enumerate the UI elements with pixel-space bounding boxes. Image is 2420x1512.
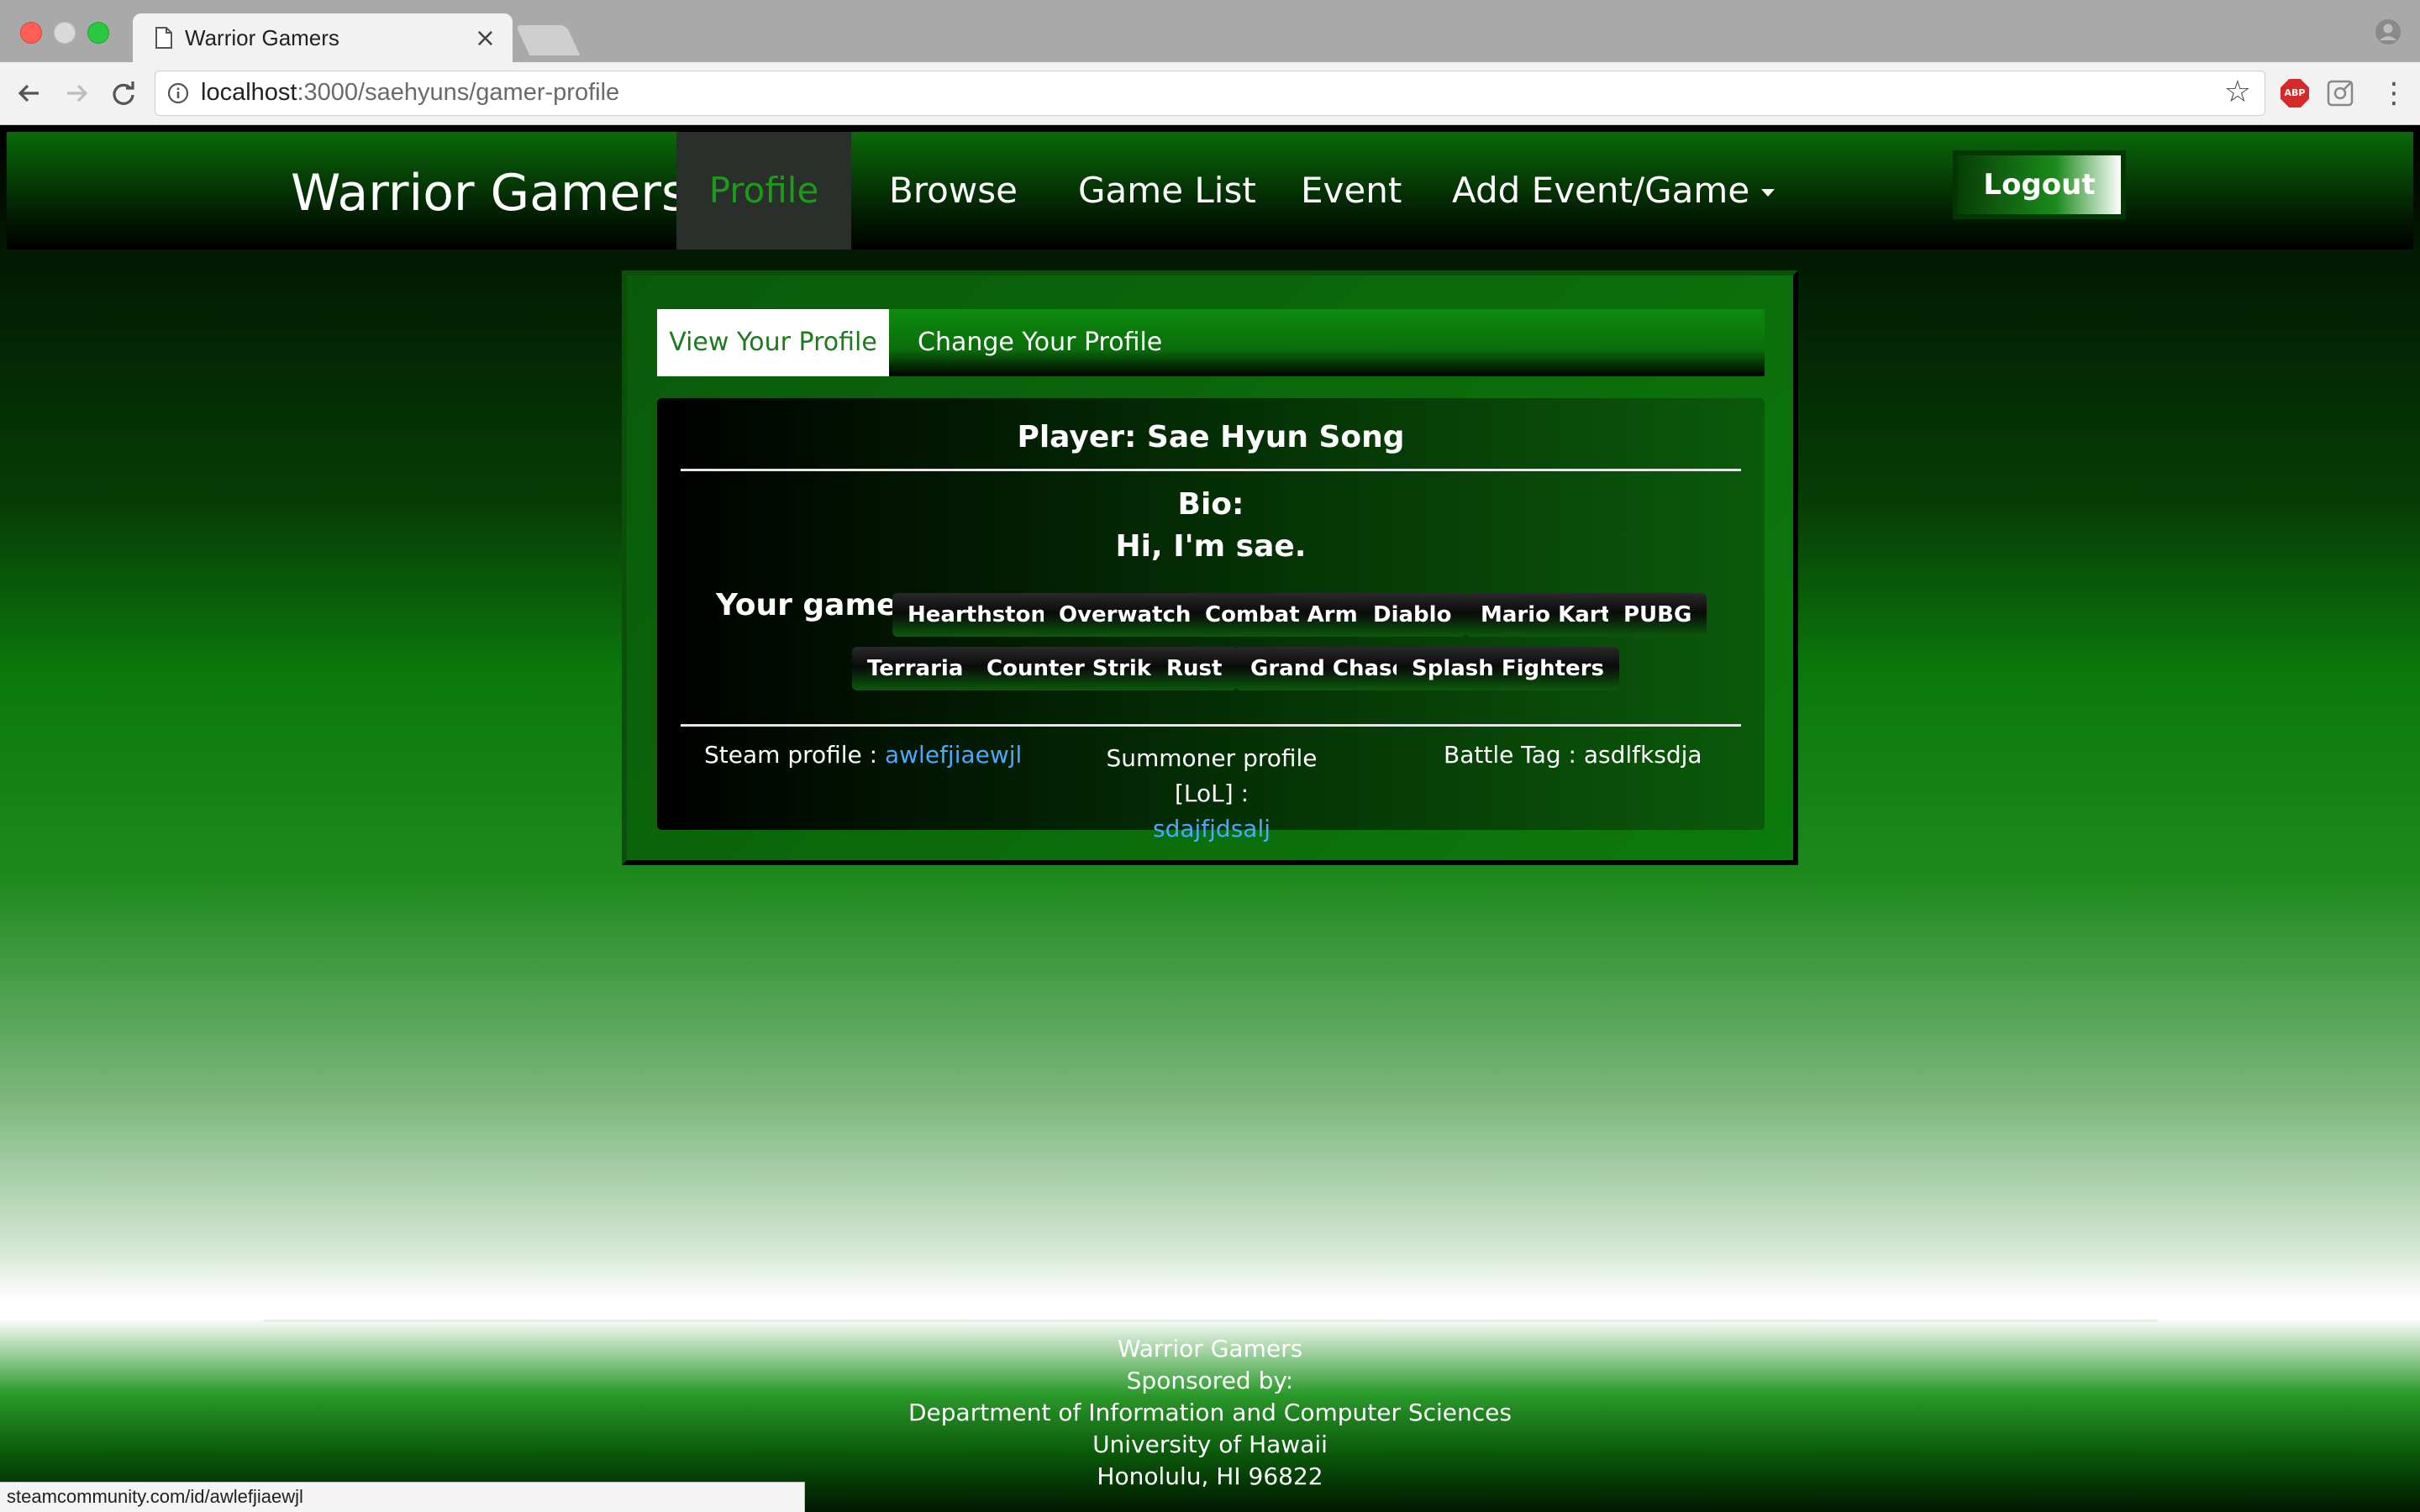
new-tab-button[interactable] — [515, 25, 581, 55]
nav-label: Game List — [1078, 170, 1256, 211]
page-viewport: Warrior Gamers Profile Browse Game List … — [0, 125, 2420, 1512]
window-zoom-button[interactable] — [87, 22, 109, 44]
browser-tab-bar: Warrior Gamers × — [0, 0, 2420, 62]
window-close-button[interactable] — [20, 22, 42, 44]
game-chip[interactable]: Counter Strike — [971, 647, 1181, 690]
summoner-profile-link[interactable]: sdajfjdsalj — [1077, 811, 1346, 847]
divider — [681, 724, 1741, 727]
game-chip[interactable]: PUBG — [1608, 593, 1707, 637]
nav-label: Event — [1301, 170, 1402, 211]
nav-item-game-list[interactable]: Game List — [1078, 132, 1256, 249]
nav-item-add-event-game[interactable]: Add Event/Game — [1452, 132, 1776, 249]
tab-change-profile[interactable]: Change Your Profile — [918, 309, 1162, 376]
steam-profile: Steam profile : awlefjiaewjl — [704, 741, 1022, 769]
status-bar-url: steamcommunity.com/id/awlefjiaewjl — [0, 1482, 805, 1512]
nav-item-profile[interactable]: Profile — [676, 132, 851, 249]
summoner-profile: Summoner profile [LoL] : sdajfjdsalj — [1077, 741, 1346, 847]
nav-label: Browse — [889, 170, 1018, 211]
summoner-label: Summoner profile [LoL] : — [1106, 744, 1318, 807]
player-title: Player: Sae Hyun Song — [1017, 420, 1405, 454]
nav-label: Add Event/Game — [1452, 170, 1750, 211]
footer-line: University of Hawaii — [1092, 1431, 1328, 1458]
page-icon — [155, 27, 172, 49]
dropdown-caret-icon — [1761, 189, 1776, 197]
browser-tab[interactable]: Warrior Gamers × — [133, 13, 513, 62]
url-text[interactable]: localhost:3000/saehyuns/gamer-profile — [201, 79, 619, 107]
footer-line: Warrior Gamers — [1117, 1335, 1303, 1362]
browser-menu-icon[interactable]: ⋮ — [2380, 77, 2408, 109]
extension-icon[interactable] — [2326, 79, 2354, 108]
game-chip[interactable]: Diablo — [1358, 593, 1467, 637]
profile-panel: Player: Sae Hyun Song Bio: Hi, I'm sae. … — [657, 398, 1765, 843]
address-bar[interactable]: localhost:3000/saehyuns/gamer-profile ☆ — [155, 71, 2265, 116]
game-chip[interactable]: Grand Chase — [1235, 647, 1423, 690]
battletag-value: asdlfksdja — [1583, 741, 1702, 769]
reload-icon[interactable] — [108, 77, 139, 109]
steam-profile-link[interactable]: awlefjiaewjl — [885, 741, 1022, 769]
game-chip[interactable]: Splash Fighters — [1397, 647, 1619, 690]
game-chip[interactable]: Mario Kart — [1465, 593, 1627, 637]
profile-tabs: View Your Profile Change Your Profile — [657, 309, 1765, 376]
battletag-label: Battle Tag : — [1444, 741, 1576, 769]
back-arrow-icon[interactable] — [13, 77, 45, 109]
footer-divider — [264, 1320, 2158, 1322]
battle-tag: Battle Tag : asdlfksdja — [1444, 741, 1702, 769]
bio-label: Bio: — [1177, 487, 1244, 522]
tab-title: Warrior Gamers — [185, 25, 339, 50]
steam-label: Steam profile : — [704, 741, 878, 769]
site-info-icon[interactable] — [167, 82, 189, 104]
forward-arrow-icon[interactable] — [60, 77, 92, 109]
game-chip[interactable]: Terraria — [852, 647, 979, 690]
browser-toolbar: localhost:3000/saehyuns/gamer-profile ☆ … — [0, 62, 2420, 125]
window-minimize-button[interactable] — [54, 22, 76, 44]
game-chip[interactable]: Rust — [1151, 647, 1238, 690]
bookmark-star-icon[interactable]: ☆ — [2224, 76, 2251, 108]
nav-item-event[interactable]: Event — [1301, 132, 1402, 249]
site-navbar: Warrior Gamers Profile Browse Game List … — [7, 132, 2413, 249]
tab-view-profile[interactable]: View Your Profile — [657, 309, 889, 376]
divider — [681, 469, 1741, 471]
logout-button[interactable]: Logout — [1953, 150, 2126, 219]
nav-label: Profile — [708, 170, 819, 211]
user-profile-icon[interactable] — [2375, 18, 2402, 45]
bio-text: Hi, I'm sae. — [1115, 529, 1307, 564]
game-chip[interactable]: Overwatch — [1044, 593, 1207, 637]
profile-card: View Your Profile Change Your Profile Pl… — [622, 270, 1798, 865]
footer-line: Sponsored by: — [1126, 1367, 1294, 1394]
adblock-extension-icon[interactable]: ABP — [2281, 79, 2309, 108]
game-chip[interactable]: Combat Arms — [1190, 593, 1386, 637]
footer-line: Department of Information and Computer S… — [908, 1399, 1512, 1426]
nav-item-browse[interactable]: Browse — [889, 132, 1018, 249]
tab-close-icon[interactable]: × — [475, 24, 496, 53]
site-brand[interactable]: Warrior Gamers — [291, 164, 687, 223]
